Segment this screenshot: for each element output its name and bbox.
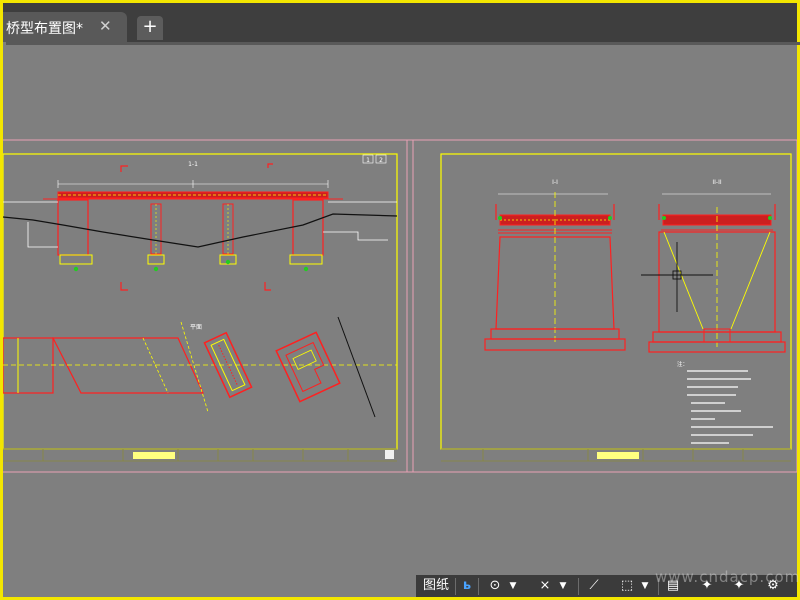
bridge-plan <box>3 316 397 418</box>
section-mark: 1-1 <box>188 161 198 168</box>
section-b-label: II-II <box>712 179 721 186</box>
chevron-down-icon[interactable]: ▼ <box>556 575 570 597</box>
cross-section-1 <box>484 192 626 351</box>
page-label-1: 1 <box>366 157 370 164</box>
sheet-1-title-label <box>133 452 175 459</box>
sheet-1[interactable]: 1 2 1-1 平面 <box>3 153 398 462</box>
bridge-elevation <box>3 163 398 291</box>
sheet-2-border <box>440 153 792 450</box>
sheet-2[interactable]: I-I II-II 注： <box>440 153 792 462</box>
crosshair-cursor <box>641 242 713 312</box>
paper-boundary <box>3 139 797 473</box>
tab-bar: 桥型布置图* ✕ + <box>3 3 800 45</box>
sheet-1-title-block <box>3 448 397 462</box>
watermark: www.cndacp.com <box>655 568 800 586</box>
selection-icon[interactable]: ⬚ <box>616 575 638 597</box>
snap-icon[interactable]: ь <box>458 575 476 597</box>
sheet-2-title-label <box>597 452 639 459</box>
section-a-label: I-I <box>552 179 558 186</box>
polar-tracking-icon[interactable]: ⊙ <box>484 575 506 597</box>
tab-drawing[interactable]: 桥型布置图* ✕ <box>3 12 127 42</box>
tab-title: 桥型布置图* <box>6 21 83 37</box>
chevron-down-icon[interactable]: ▼ <box>638 575 652 597</box>
notes-text-lines <box>687 370 773 444</box>
cross-section-2 <box>648 193 786 353</box>
chevron-down-icon[interactable]: ▼ <box>506 575 520 597</box>
drawing-canvas[interactable]: 1 2 1-1 平面 I-I II-II 注： <box>3 42 797 575</box>
layout-tab-label[interactable]: 图纸 <box>418 575 454 597</box>
sheet-1-stamp <box>385 450 394 459</box>
osnap-icon[interactable]: ⨯ <box>534 575 556 597</box>
notes-header: 注： <box>677 360 688 368</box>
new-tab-button[interactable]: + <box>137 16 163 40</box>
plan-mark: 平面 <box>190 324 202 331</box>
close-icon[interactable]: ✕ <box>99 17 112 35</box>
lineweight-icon[interactable]: ⟋ <box>584 575 604 597</box>
page-label-2: 2 <box>379 157 383 164</box>
